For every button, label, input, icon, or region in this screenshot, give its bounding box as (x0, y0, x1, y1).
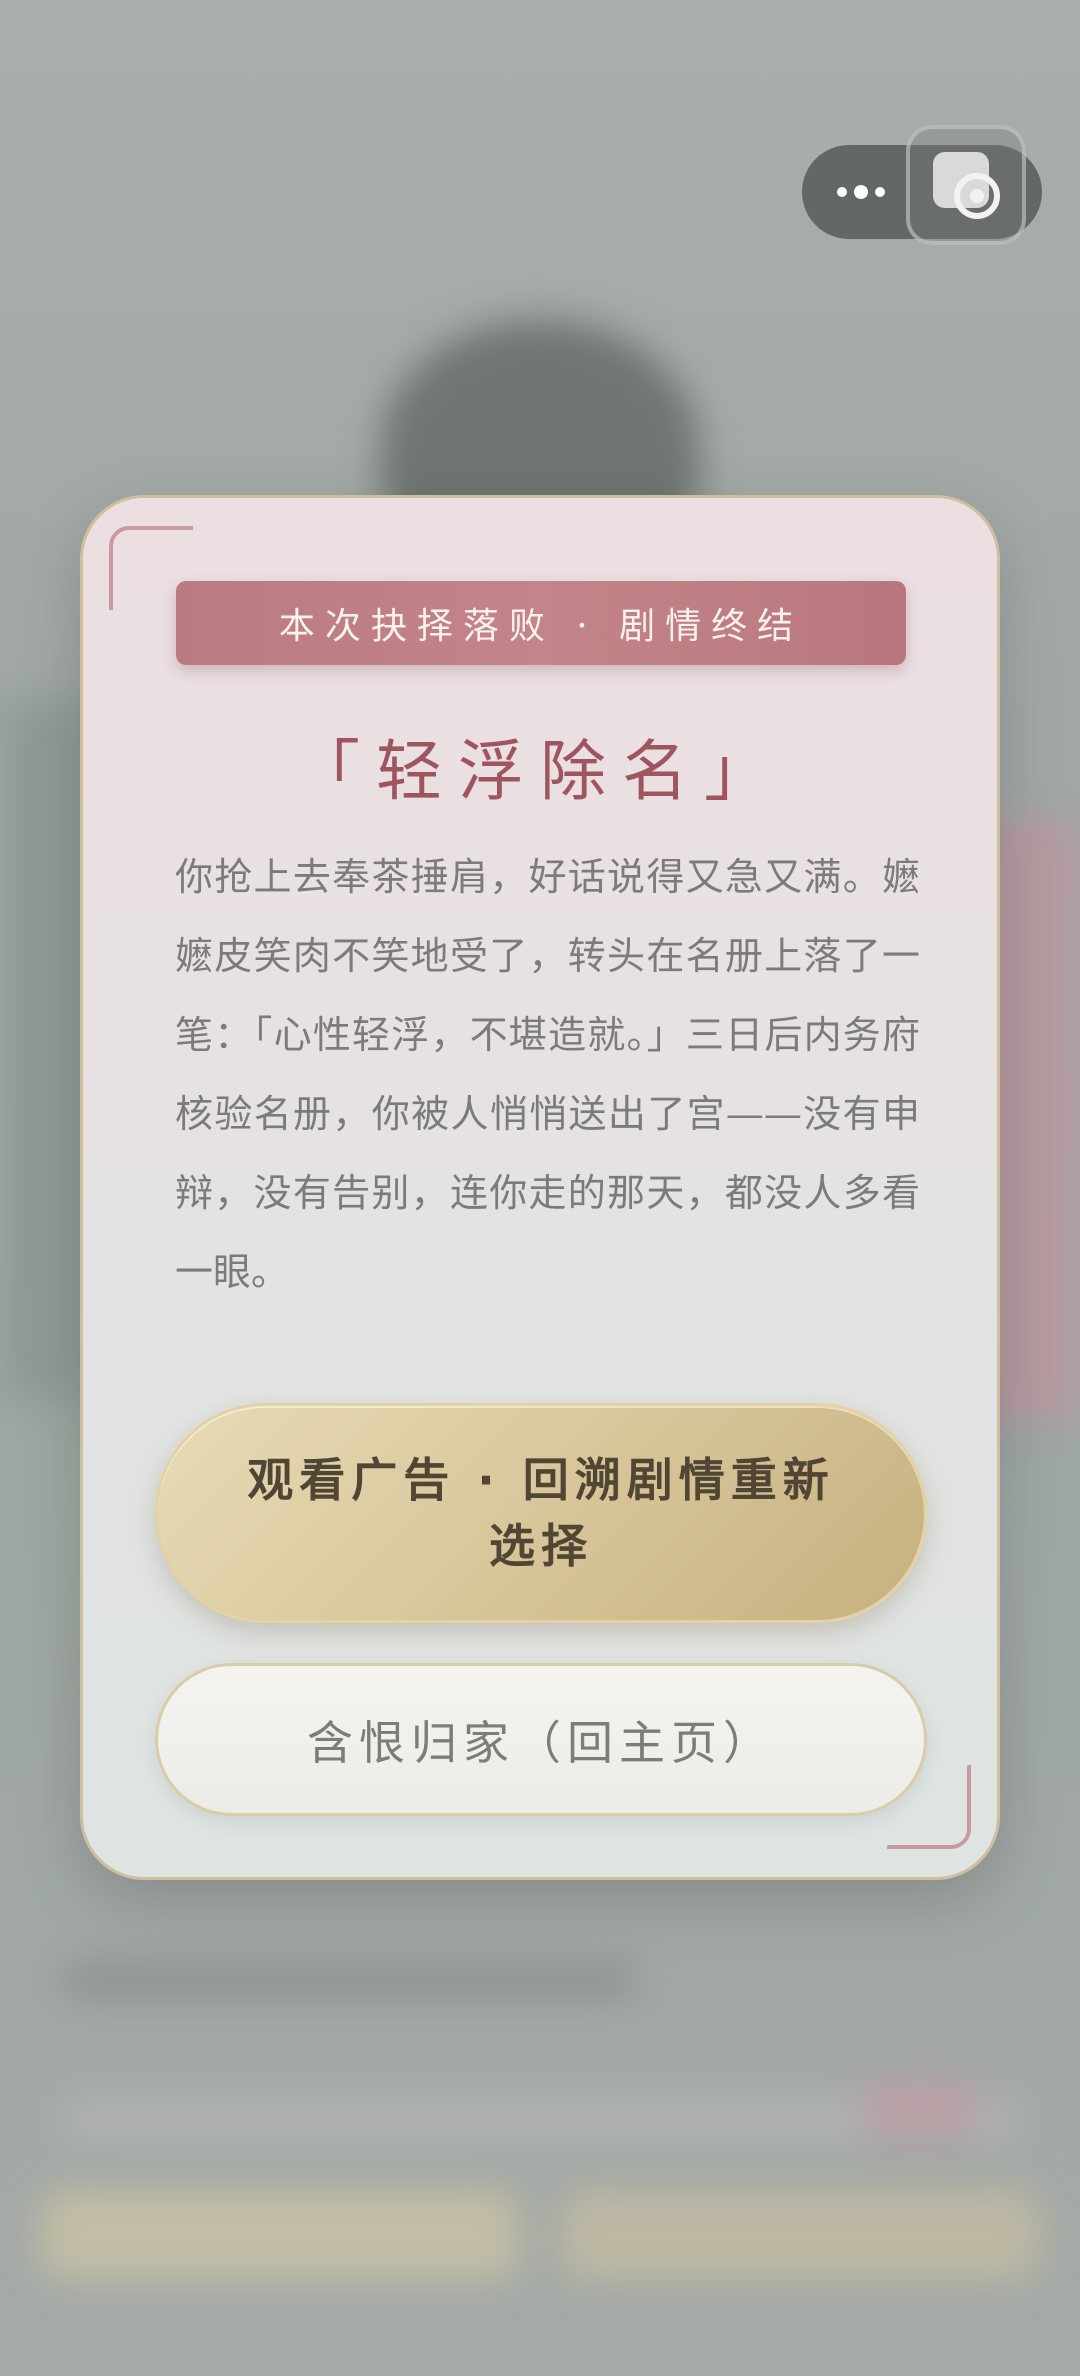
background-text-row (60, 1960, 640, 2000)
watch-ad-rewind-button[interactable]: 观看广告 · 回溯剧情重新选择 (155, 1403, 927, 1623)
more-dots-icon (837, 185, 885, 199)
watch-ad-rewind-label: 观看广告 · 回溯剧情重新选择 (247, 1453, 835, 1573)
ending-story-text: 你抢上去奉茶捶肩，好话说得又急又满。嬷嬷皮笑肉不笑地受了，转头在名册上落了一笔：… (175, 855, 920, 1294)
mini-program-capsule (802, 125, 1042, 245)
background-button (40, 2190, 520, 2280)
background-accent (860, 2080, 980, 2140)
more-options-button[interactable] (802, 145, 920, 239)
close-target-icon (933, 152, 1000, 219)
return-home-label: 含恨归家（回主页） (307, 1715, 775, 1770)
result-banner: 本次抉择落败 · 剧情终结 (176, 581, 906, 665)
story-result-dialog: 本次抉择落败 · 剧情终结 「轻浮除名」 你抢上去奉茶捶肩，好话说得又急又满。嬷… (80, 495, 1000, 1880)
return-home-button[interactable]: 含恨归家（回主页） (155, 1663, 927, 1816)
close-mini-program-button[interactable] (906, 125, 1026, 245)
background-button (560, 2190, 1040, 2280)
ending-title: 「轻浮除名」 (294, 733, 786, 810)
